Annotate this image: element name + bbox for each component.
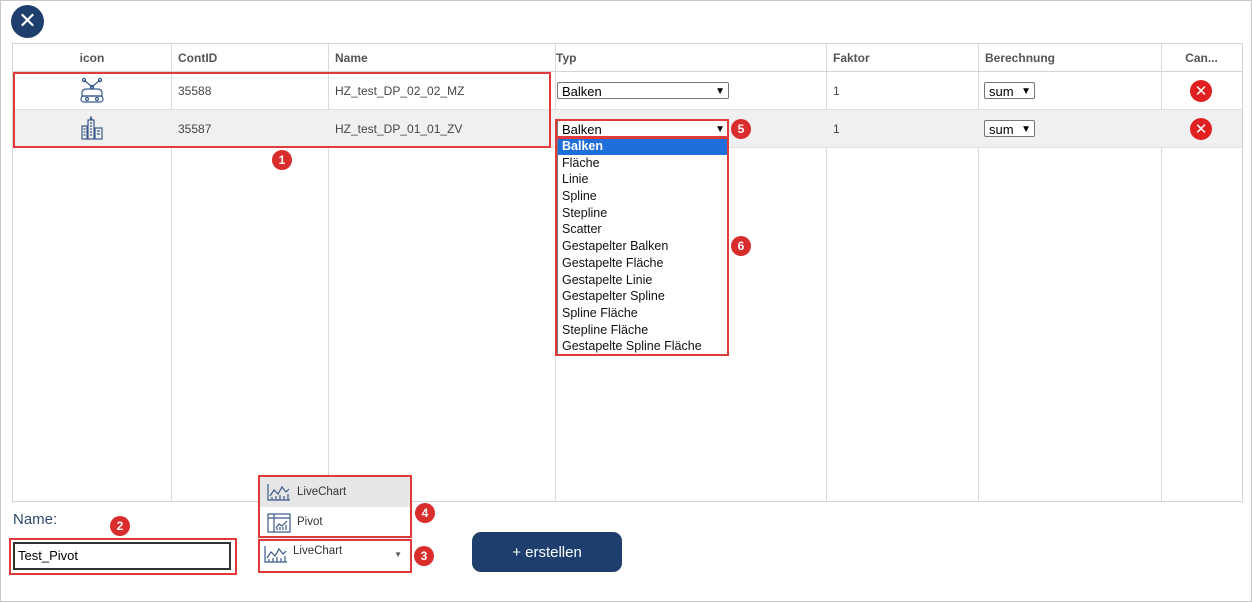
line-chart-icon: [264, 546, 287, 563]
annotation-marker: 3: [414, 546, 434, 566]
table-row: 35588 HZ_test_DP_02_02_MZ Balken ▼ 1 sum…: [13, 72, 1242, 110]
delete-row-button[interactable]: ✕: [1190, 118, 1212, 140]
typ-option[interactable]: Linie: [558, 171, 727, 188]
berechnung-select[interactable]: sum ▼: [984, 120, 1035, 137]
chart-type-option-label: Pivot: [297, 516, 323, 528]
typ-option[interactable]: Stepline: [558, 205, 727, 222]
berechnung-select-value: sum: [989, 122, 1014, 137]
chart-type-options: LiveChart Pivot: [260, 475, 411, 537]
contid-cell: 35587: [178, 122, 212, 136]
berechnung-select[interactable]: sum ▼: [984, 82, 1035, 99]
annotation-marker: 1: [272, 150, 292, 170]
name-label: Name:: [13, 511, 58, 528]
header-cancel[interactable]: Can...: [1161, 44, 1242, 71]
header-typ[interactable]: Typ: [556, 44, 576, 71]
typ-select-value: Balken: [562, 84, 602, 99]
typ-option[interactable]: Spline Fläche: [558, 305, 727, 322]
typ-option[interactable]: Gestapelter Spline: [558, 288, 727, 305]
contid-cell: 35588: [178, 84, 212, 98]
typ-option[interactable]: Fläche: [558, 155, 727, 172]
typ-option[interactable]: Gestapelter Balken: [558, 238, 727, 255]
name-cell: HZ_test_DP_01_01_ZV: [335, 122, 463, 136]
annotation-marker: 5: [731, 119, 751, 139]
typ-select-value: Balken: [562, 122, 602, 137]
typ-option[interactable]: Stepline Fläche: [558, 322, 727, 339]
typ-option[interactable]: Gestapelte Spline Fläche: [558, 338, 727, 355]
row-icon-cell: [13, 72, 171, 109]
chevron-down-icon: ▼: [1021, 124, 1031, 135]
chevron-down-icon: ▼: [394, 550, 402, 559]
header-berechnung[interactable]: Berechnung: [985, 44, 1055, 71]
typ-option[interactable]: Balken: [558, 138, 727, 155]
close-icon[interactable]: ✕: [11, 5, 44, 38]
delete-row-button[interactable]: ✕: [1190, 80, 1212, 102]
faktor-cell: 1: [833, 122, 840, 136]
typ-option[interactable]: Scatter: [558, 221, 727, 238]
table-header: icon ContID Name Typ Faktor Berechnung C…: [13, 44, 1242, 72]
chart-type-select-value: LiveChart: [293, 545, 343, 557]
annotation-marker: 6: [731, 236, 751, 256]
typ-select[interactable]: Balken ▼: [557, 82, 729, 99]
typ-option[interactable]: Gestapelte Linie: [558, 272, 727, 289]
create-button[interactable]: + erstellen: [472, 532, 622, 572]
row-icon-cell: [13, 110, 171, 147]
header-contid[interactable]: ContID: [178, 44, 217, 71]
name-input[interactable]: Test_Pivot: [13, 542, 231, 570]
pivot-table-icon: [267, 513, 291, 533]
typ-select[interactable]: Balken ▼: [557, 120, 729, 137]
berechnung-select-value: sum: [989, 84, 1014, 99]
chart-type-option-livechart[interactable]: LiveChart: [260, 477, 411, 507]
robot-icon: [80, 77, 104, 103]
chart-type-select[interactable]: LiveChart ▼: [260, 541, 410, 571]
typ-dropdown-list: Balken Fläche Linie Spline Stepline Scat…: [557, 137, 728, 356]
name-cell: HZ_test_DP_02_02_MZ: [335, 84, 465, 98]
dialog-window: ✕ icon ContID Name Typ Faktor Berechnung…: [0, 0, 1252, 602]
chart-type-option-pivot[interactable]: Pivot: [260, 507, 411, 537]
typ-option[interactable]: Gestapelte Fläche: [558, 255, 727, 272]
header-name[interactable]: Name: [335, 44, 368, 71]
faktor-cell: 1: [833, 84, 840, 98]
building-icon: [81, 116, 103, 140]
chevron-down-icon: ▼: [715, 86, 725, 97]
chart-type-option-label: LiveChart: [297, 486, 347, 498]
typ-option[interactable]: Spline: [558, 188, 727, 205]
chevron-down-icon: ▼: [1021, 86, 1031, 97]
chevron-down-icon: ▼: [715, 124, 725, 135]
line-chart-icon: [267, 484, 290, 501]
annotation-marker: 4: [415, 503, 435, 523]
annotation-marker: 2: [110, 516, 130, 536]
header-icon[interactable]: icon: [13, 44, 171, 71]
header-faktor[interactable]: Faktor: [833, 44, 870, 71]
